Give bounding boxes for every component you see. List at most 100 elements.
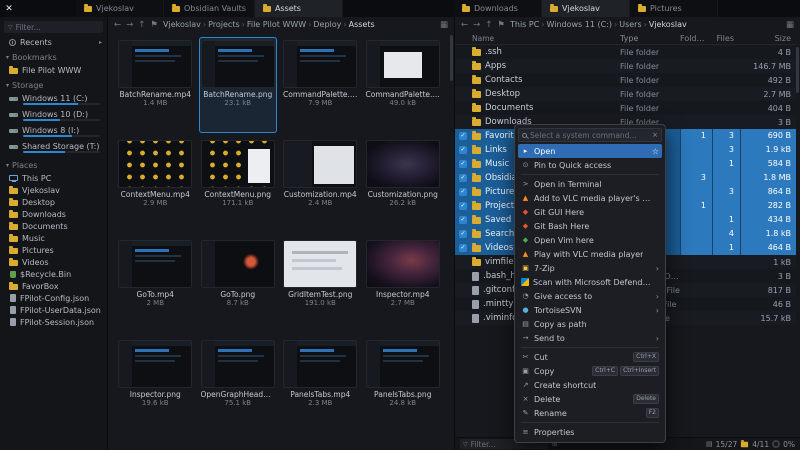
breadcrumb-item-users[interactable]: Users — [619, 20, 641, 29]
menu-item-git-gui-here[interactable]: ◆Git GUI Here — [518, 205, 662, 219]
menu-item-give-access-to[interactable]: ◔Give access to› — [518, 289, 662, 303]
sidebar-item-fpilot-config-json[interactable]: FPilot-Config.json — [0, 292, 107, 304]
row-checkbox[interactable] — [459, 76, 467, 84]
row-checkbox[interactable]: ✓ — [459, 202, 467, 210]
tab-assets[interactable]: Assets — [255, 0, 343, 17]
menu-item-send-to[interactable]: →Send to› — [518, 331, 662, 345]
menu-item-copy-as-path[interactable]: ▤Copy as path — [518, 317, 662, 331]
row-checkbox[interactable] — [459, 272, 467, 280]
breadcrumb-item-deploy[interactable]: Deploy — [313, 20, 341, 29]
sidebar-item-videos[interactable]: Videos — [0, 256, 107, 268]
back-icon[interactable]: ← — [114, 20, 121, 30]
tab-vjekoslav[interactable]: Vjekoslav — [542, 0, 630, 17]
up-icon[interactable]: ↑ — [485, 20, 492, 30]
menu-item-pin-to-quick-access[interactable]: ⊙Pin to Quick access — [518, 158, 662, 172]
breadcrumb-item-vjekoslav[interactable]: Vjekoslav — [649, 20, 687, 29]
row-checkbox[interactable] — [459, 118, 467, 126]
forward-icon[interactable]: → — [473, 20, 480, 30]
grid-item-goto-png[interactable]: GoTo.png8.7 kB — [199, 237, 278, 333]
tab-pictures[interactable]: Pictures — [630, 0, 718, 17]
sidebar-item-shared-storage-t[interactable]: Shared Storage (T:) — [0, 140, 107, 156]
sidebar-item-favorbox[interactable]: FavorBox — [0, 280, 107, 292]
row-checkbox[interactable]: ✓ — [459, 146, 467, 154]
sidebar-item-file-pilot-www[interactable]: File Pilot WWW — [0, 64, 107, 76]
sidebar-item-vjekoslav[interactable]: Vjekoslav — [0, 184, 107, 196]
file-row-contacts[interactable]: ContactsFile folder492 B — [455, 73, 796, 87]
row-checkbox[interactable]: ✓ — [459, 216, 467, 224]
grid-item-contextmenu-mp4[interactable]: ContextMenu.mp42.9 MB — [116, 137, 195, 233]
grid-item-opengraphheader-png[interactable]: OpenGraphHeader.png75.1 kB — [199, 337, 278, 433]
breadcrumb-item-file-pilot-www[interactable]: File Pilot WWW — [247, 20, 306, 29]
grid-item-customization-png[interactable]: Customization.png26.2 kB — [364, 137, 443, 233]
breadcrumb-item-vjekoslav[interactable]: Vjekoslav — [163, 20, 201, 29]
grid-item-griditemtest-png[interactable]: GridItemTest.png191.0 kB — [281, 237, 360, 333]
sidebar-item-music[interactable]: Music — [0, 232, 107, 244]
column-name[interactable]: Name — [471, 34, 620, 43]
menu-item-tortoisesvn[interactable]: ●TortoiseSVN› — [518, 303, 662, 317]
grid-item-customization-mp4[interactable]: Customization.mp42.4 MB — [281, 137, 360, 233]
menu-item-create-shortcut[interactable]: ↗Create shortcut — [518, 378, 662, 392]
grid-item-inspector-png[interactable]: Inspector.png19.6 kB — [116, 337, 195, 433]
menu-item-cut[interactable]: ✂CutCtrl+X — [518, 350, 662, 364]
grid-item-batchrename-mp4[interactable]: BatchRename.mp41.4 MB — [116, 37, 195, 133]
menu-item-add-to-vlc-media-player-s-playlist[interactable]: ▲Add to VLC media player's Playlist — [518, 191, 662, 205]
sidebar-item-recents[interactable]: Recents ▸ — [0, 36, 107, 48]
sidebar-item-pictures[interactable]: Pictures — [0, 244, 107, 256]
view-options-icon[interactable]: ▦ — [786, 20, 794, 30]
menu-item-git-bash-here[interactable]: ◆Git Bash Here — [518, 219, 662, 233]
breadcrumb-item-assets[interactable]: Assets — [349, 20, 375, 29]
menu-item-scan-with-microsoft-defender[interactable]: Scan with Microsoft Defender... — [518, 275, 662, 289]
sidebar-filter-input[interactable]: ▽ Filter... — [4, 21, 103, 33]
right-scrollbar[interactable] — [796, 45, 799, 436]
middle-scrollbar[interactable] — [450, 33, 453, 447]
row-checkbox[interactable]: ✓ — [459, 230, 467, 238]
section-header-bookmarks[interactable]: ▾Bookmarks — [0, 51, 107, 64]
column-type[interactable]: Type — [620, 34, 680, 43]
forward-icon[interactable]: → — [126, 20, 133, 30]
menu-item-copy[interactable]: ▣CopyCtrl+CCtrl+Insert — [518, 364, 662, 378]
grid-item-goto-mp4[interactable]: GoTo.mp42 MB — [116, 237, 195, 333]
close-icon[interactable]: × — [652, 131, 658, 139]
grid-item-commandpalette-png[interactable]: CommandPalette.png49.0 kB — [364, 37, 443, 133]
breadcrumb-item-windows-11-c[interactable]: Windows 11 (C:) — [547, 20, 613, 29]
section-header-places[interactable]: ▾Places — [0, 159, 107, 172]
sidebar-item-desktop[interactable]: Desktop — [0, 196, 107, 208]
column-files[interactable]: Files — [712, 34, 740, 43]
menu-item-play-with-vlc-media-player[interactable]: ▲Play with VLC media player — [518, 247, 662, 261]
row-checkbox[interactable] — [459, 90, 467, 98]
sidebar-item-windows-8-i[interactable]: Windows 8 (I:) — [0, 124, 107, 140]
row-checkbox[interactable] — [459, 48, 467, 56]
grid-item-panelstabs-mp4[interactable]: PanelsTabs.mp42.3 MB — [281, 337, 360, 433]
grid-item-commandpalette-mp4[interactable]: CommandPalette.mp47.9 MB — [281, 37, 360, 133]
row-checkbox[interactable]: ✓ — [459, 188, 467, 196]
breadcrumb-item-this-pc[interactable]: This PC — [510, 20, 539, 29]
menu-item-open-in-terminal[interactable]: >Open in Terminal — [518, 177, 662, 191]
sidebar-item-this-pc[interactable]: This PC — [0, 172, 107, 184]
sidebar-item-downloads[interactable]: Downloads — [0, 208, 107, 220]
menu-item-open[interactable]: ▸Open☆ — [518, 144, 662, 158]
tab-downloads[interactable]: Downloads — [454, 0, 542, 17]
row-checkbox[interactable] — [459, 286, 467, 294]
breadcrumb-item-projects[interactable]: Projects — [208, 20, 240, 29]
up-icon[interactable]: ↑ — [138, 20, 145, 30]
sidebar-item-windows-10-d[interactable]: Windows 10 (D:) — [0, 108, 107, 124]
sidebar-item-fpilot-userdata-json[interactable]: FPilot-UserData.json — [0, 304, 107, 316]
grid-item-inspector-mp4[interactable]: Inspector.mp42.7 MB — [364, 237, 443, 333]
section-header-storage[interactable]: ▾Storage — [0, 79, 107, 92]
scrollbar-thumb[interactable] — [450, 35, 453, 81]
view-options-icon[interactable]: ▦ — [440, 20, 448, 30]
menu-item-open-vim-here[interactable]: ◆Open Vim here — [518, 233, 662, 247]
sidebar-item-windows-11-c[interactable]: Windows 11 (C:) — [0, 92, 107, 108]
sidebar-item-documents[interactable]: Documents — [0, 220, 107, 232]
row-checkbox[interactable] — [459, 62, 467, 70]
scrollbar-thumb[interactable] — [796, 47, 799, 93]
row-checkbox[interactable]: ✓ — [459, 244, 467, 252]
command-search-input[interactable]: Select a system command... × — [518, 128, 662, 142]
file-row-apps[interactable]: AppsFile folder146.7 MB — [455, 59, 796, 73]
sidebar-item-recycle-bin[interactable]: $Recycle.Bin — [0, 268, 107, 280]
menu-item-rename[interactable]: ✎RenameF2 — [518, 406, 662, 420]
back-icon[interactable]: ← — [461, 20, 468, 30]
grid-item-batchrename-png[interactable]: BatchRename.png23.1 kB — [199, 37, 278, 133]
row-checkbox[interactable]: ✓ — [459, 132, 467, 140]
grid-item-panelstabs-png[interactable]: PanelsTabs.png24.8 kB — [364, 337, 443, 433]
